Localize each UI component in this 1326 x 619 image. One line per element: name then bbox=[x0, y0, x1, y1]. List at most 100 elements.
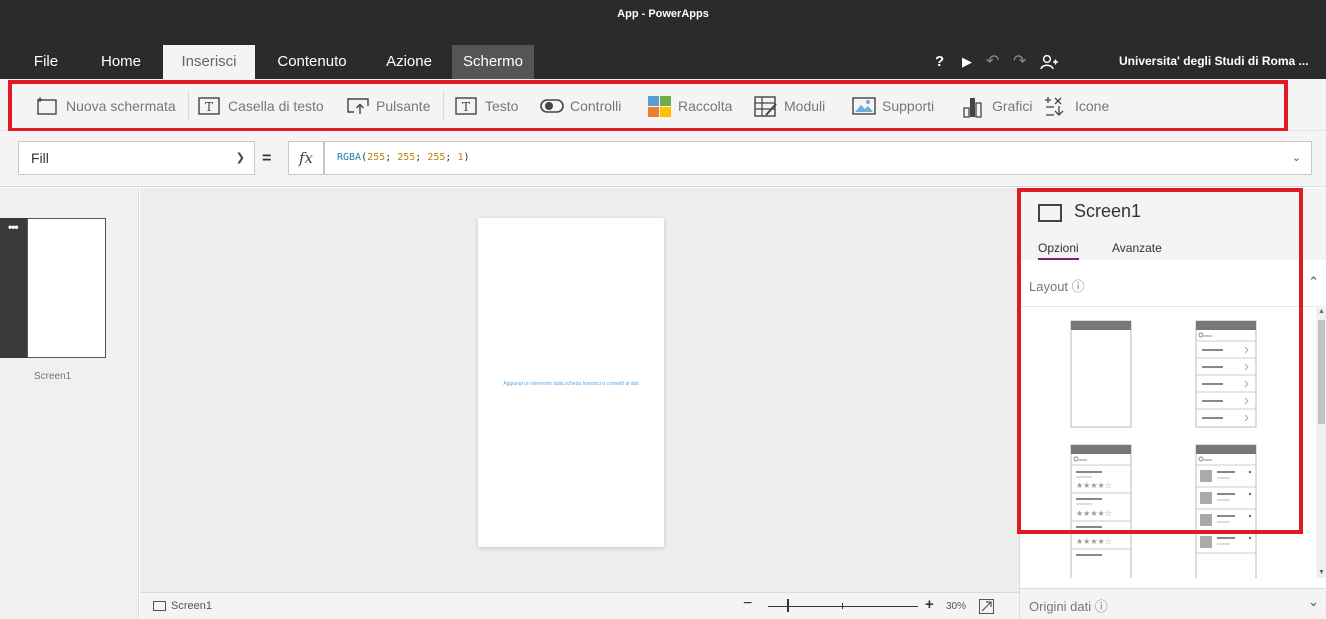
formula-input[interactable]: RGBA(255; 255; 255; 1) ⌄ bbox=[324, 141, 1312, 175]
tab-file[interactable]: File bbox=[22, 45, 70, 79]
charts-button[interactable]: Grafici bbox=[962, 95, 1033, 118]
toolbar-divider bbox=[443, 91, 444, 121]
svg-text:★★★★☆: ★★★★☆ bbox=[1076, 537, 1112, 546]
zoom-in-button[interactable]: + bbox=[925, 596, 934, 613]
current-screen[interactable]: Screen1 bbox=[153, 600, 212, 612]
layout-option-rating-list[interactable]: ★★★★☆ ★★★★☆ ★★★★☆ bbox=[1070, 444, 1132, 578]
layout-label: Layout ⓘ bbox=[1029, 279, 1085, 294]
properties-pane: Screen1 Opzioni Avanzate Layout ⓘ ⌃ ★★★★… bbox=[1019, 188, 1326, 619]
tab-schermo[interactable]: Schermo bbox=[452, 45, 534, 79]
chevron-down-icon: ❯ bbox=[235, 152, 245, 164]
new-screen-button[interactable]: Nuova schermata bbox=[36, 95, 176, 117]
media-button[interactable]: Supporti bbox=[852, 95, 934, 117]
media-label: Supporti bbox=[882, 98, 935, 114]
gallery-icon bbox=[648, 96, 671, 117]
layout-scrollbar[interactable]: ▲ ▼ bbox=[1316, 306, 1326, 578]
screens-pane: ••• Screen1 bbox=[0, 188, 139, 619]
layout-gallery: ★★★★☆ ★★★★☆ ★★★★☆ bbox=[1020, 306, 1320, 578]
fx-button[interactable]: fx bbox=[288, 141, 324, 175]
zoom-slider[interactable] bbox=[768, 606, 918, 607]
screen-thumbnail[interactable] bbox=[27, 218, 106, 358]
zoom-slider-tick bbox=[842, 603, 843, 609]
svg-text:★★★★☆: ★★★★☆ bbox=[1076, 481, 1112, 490]
media-icon bbox=[852, 96, 876, 116]
new-screen-icon bbox=[36, 96, 58, 116]
formula-arg-b: 255 bbox=[427, 152, 446, 163]
redo-icon[interactable]: ↷ bbox=[1013, 44, 1026, 79]
controls-label: Controlli bbox=[570, 98, 622, 114]
gallery-label: Raccolta bbox=[678, 98, 733, 114]
formula-sep: ; bbox=[445, 152, 458, 163]
text-box-label: Casella di testo bbox=[228, 98, 324, 114]
charts-label: Grafici bbox=[992, 98, 1033, 114]
text-label: Testo bbox=[485, 98, 519, 114]
zoom-out-button[interactable]: − bbox=[743, 595, 752, 613]
data-sources-label: Origini dati ⓘ bbox=[1029, 599, 1108, 614]
help-circle-icon: ⓘ bbox=[1094, 599, 1108, 614]
screen-canvas[interactable]: Aggiungi un elemento dalla scheda Inseri… bbox=[478, 218, 664, 547]
new-screen-label: Nuova schermata bbox=[66, 98, 176, 114]
button-button[interactable]: Pulsante bbox=[346, 95, 430, 117]
forms-label: Moduli bbox=[784, 98, 826, 114]
icons-label: Icone bbox=[1075, 98, 1110, 114]
toggle-icon bbox=[540, 96, 564, 116]
formula-arg-g: 255 bbox=[397, 152, 416, 163]
account-name[interactable]: Universita' degli Studi di Roma ... bbox=[1119, 44, 1309, 79]
tab-avanzate[interactable]: Avanzate bbox=[1112, 241, 1162, 255]
svg-text:T: T bbox=[205, 100, 213, 114]
screen-thumbnail-label: Screen1 bbox=[34, 371, 72, 382]
status-bar: Screen1 − + 30% bbox=[140, 592, 1019, 619]
layout-section-header[interactable]: Layout ⓘ ⌃ bbox=[1020, 268, 1326, 300]
layout-option-list[interactable] bbox=[1195, 320, 1257, 428]
design-canvas: Aggiungi un elemento dalla scheda Inseri… bbox=[140, 188, 1019, 592]
data-sources-section-header[interactable]: Origini dati ⓘ ⌄ bbox=[1020, 588, 1326, 619]
selected-screen-title: Screen1 bbox=[1074, 201, 1142, 221]
text-icon: T bbox=[455, 96, 477, 116]
forms-button[interactable]: Moduli bbox=[754, 95, 825, 117]
scrollbar-thumb[interactable] bbox=[1318, 320, 1325, 424]
expand-formula-icon[interactable]: ⌄ bbox=[1292, 142, 1301, 174]
properties-header: Screen1 Opzioni Avanzate bbox=[1020, 188, 1326, 260]
more-options-icon[interactable]: ••• bbox=[8, 220, 19, 234]
controls-button[interactable]: Controlli bbox=[540, 95, 621, 117]
text-button[interactable]: T Testo bbox=[455, 95, 518, 117]
tab-opzioni[interactable]: Opzioni bbox=[1038, 241, 1079, 260]
icons-button[interactable]: Icone bbox=[1045, 95, 1109, 117]
formula-paren-close: ) bbox=[463, 152, 470, 163]
undo-icon[interactable]: ↶ bbox=[986, 44, 999, 79]
formula-bar: Fill ❯ = fx RGBA(255; 255; 255; 1) ⌄ bbox=[0, 131, 1326, 187]
screen-icon bbox=[1038, 204, 1062, 222]
forms-icon bbox=[754, 96, 777, 117]
formula-function: RGBA bbox=[337, 152, 362, 163]
scroll-down-icon[interactable]: ▼ bbox=[1318, 569, 1325, 576]
property-dropdown[interactable]: Fill ❯ bbox=[18, 141, 255, 175]
formula-arg-r: 255 bbox=[367, 152, 386, 163]
ribbon-tabs: File Home Inserisci Contenuto Azione Sch… bbox=[0, 44, 1326, 79]
help-icon[interactable]: ? bbox=[935, 44, 944, 79]
tab-contenuto[interactable]: Contenuto bbox=[262, 45, 362, 79]
gallery-button[interactable]: Raccolta bbox=[648, 95, 732, 117]
layout-option-blank[interactable] bbox=[1070, 320, 1132, 428]
fit-to-window-icon[interactable] bbox=[979, 599, 994, 614]
tab-home[interactable]: Home bbox=[88, 45, 154, 79]
zoom-slider-handle[interactable] bbox=[787, 599, 789, 612]
property-value: Fill bbox=[31, 150, 49, 166]
current-screen-label: Screen1 bbox=[171, 600, 212, 612]
formula-sep: ; bbox=[385, 152, 398, 163]
scroll-up-icon[interactable]: ▲ bbox=[1318, 308, 1325, 315]
empty-screen-hint: Aggiungi un elemento dalla scheda Inseri… bbox=[503, 381, 639, 387]
help-circle-icon: ⓘ bbox=[1071, 279, 1085, 294]
screen-icon bbox=[153, 601, 166, 611]
thumbnail-selection-bar bbox=[0, 218, 28, 358]
layout-option-image-list[interactable] bbox=[1195, 444, 1257, 578]
button-label: Pulsante bbox=[376, 98, 431, 114]
tab-inserisci[interactable]: Inserisci bbox=[163, 45, 255, 79]
person-add-icon[interactable] bbox=[1040, 54, 1058, 70]
title-bar: App - PowerApps bbox=[0, 0, 1326, 44]
zoom-level: 30% bbox=[946, 601, 967, 612]
tab-azione[interactable]: Azione bbox=[374, 45, 444, 79]
text-box-button[interactable]: T Casella di testo bbox=[198, 95, 324, 117]
svg-text:T: T bbox=[462, 100, 470, 114]
insert-toolbar: Nuova schermata T Casella di testo Pulsa… bbox=[0, 79, 1326, 131]
play-icon[interactable]: ▶ bbox=[962, 44, 972, 79]
